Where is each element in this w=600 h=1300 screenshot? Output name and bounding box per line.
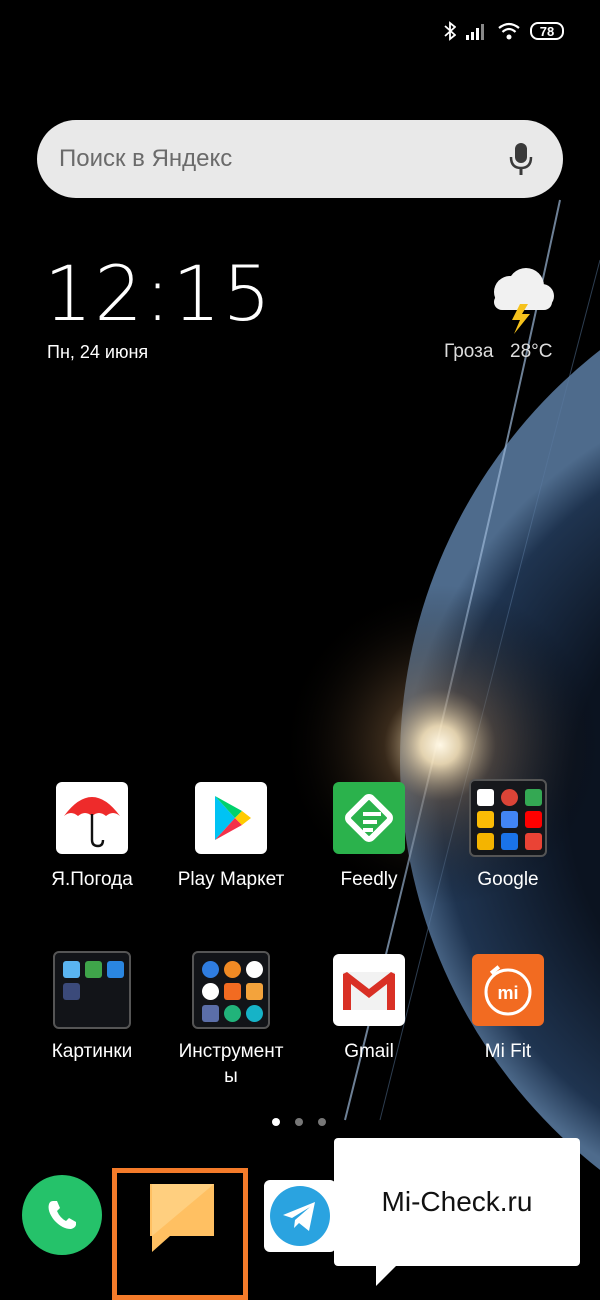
wifi-icon: [498, 22, 520, 40]
play-store-icon: [195, 782, 267, 854]
drive-icon: [477, 811, 494, 828]
folder-pictures[interactable]: Картинки: [27, 951, 157, 1065]
svg-text:mi: mi: [497, 983, 518, 1003]
clock-date[interactable]: Пн, 24 июня: [47, 342, 148, 363]
youtube-icon: [525, 811, 542, 828]
folder-tools[interactable]: Инструмент ы: [166, 951, 296, 1089]
contacts-icon: [202, 961, 219, 978]
weather-condition[interactable]: Гроза: [444, 341, 493, 363]
gallery-icon: [63, 961, 80, 978]
app-label: Feedly: [340, 869, 398, 890]
chrome-icon: [501, 789, 518, 806]
mic-icon[interactable]: [503, 139, 539, 179]
folder-icon: [192, 951, 270, 1029]
telegram-icon[interactable]: [264, 1180, 336, 1252]
callout-tail: [376, 1260, 402, 1286]
clock-time[interactable]: 12:15: [44, 256, 273, 332]
play-icon: [477, 833, 494, 850]
folder-google[interactable]: Google: [443, 779, 573, 893]
yandex-search-bar[interactable]: Поиск в Яндекс: [37, 120, 563, 198]
app-label: Инструмент ы: [178, 1041, 284, 1087]
wallpaper-icon: [63, 983, 80, 1000]
duo-icon: [501, 833, 518, 850]
app-mi-fit[interactable]: mi Mi Fit: [443, 954, 573, 1065]
clock-icon: [246, 961, 263, 978]
bluetooth-icon: [444, 21, 456, 41]
page-dot[interactable]: [318, 1118, 326, 1126]
app-label: Я.Погода: [51, 869, 133, 890]
umbrella-icon: [56, 782, 128, 854]
folder-icon: [469, 779, 547, 857]
compass-icon: [246, 1005, 263, 1022]
highlight-frame: [112, 1168, 248, 1300]
page-dot[interactable]: [295, 1118, 303, 1126]
thunderstorm-icon[interactable]: [484, 264, 558, 336]
snapseed-icon: [85, 961, 102, 978]
app-gmail[interactable]: Gmail: [304, 954, 434, 1065]
weather-temperature[interactable]: 28°C: [510, 341, 552, 363]
callout-text: Mi-Check.ru: [381, 1186, 533, 1217]
music-icon: [525, 833, 542, 850]
cloud-icon: [107, 961, 124, 978]
app-play-market[interactable]: Play Маркет: [166, 782, 296, 893]
mi-fit-icon: mi: [472, 954, 544, 1026]
photos-icon: [501, 811, 518, 828]
maps-icon: [525, 789, 542, 806]
app-yandex-weather[interactable]: Я.Погода: [27, 782, 157, 893]
notes-icon: [246, 983, 263, 1000]
signal-icon: [466, 24, 484, 40]
folder-icon: [53, 951, 131, 1029]
downloads-icon: [224, 1005, 241, 1022]
status-bar: 78: [444, 18, 564, 44]
app-label: Mi Fit: [484, 1041, 532, 1062]
scanner-icon: [202, 1005, 219, 1022]
search-placeholder: Поиск в Яндекс: [59, 145, 233, 172]
calculator-icon: [224, 961, 241, 978]
watermark-callout: Mi-Check.ru: [334, 1138, 580, 1266]
phone-icon[interactable]: [22, 1175, 102, 1255]
page-dot[interactable]: [272, 1118, 280, 1126]
recorder-icon: [202, 983, 219, 1000]
app-label: Gmail: [344, 1041, 394, 1062]
screen-recorder-icon: [224, 983, 241, 1000]
battery-level: 78: [539, 23, 555, 39]
google-icon: [477, 789, 494, 806]
battery-icon: 78: [530, 22, 564, 40]
page-indicator: [272, 1118, 326, 1126]
app-label: Play Маркет: [177, 869, 285, 890]
app-feedly[interactable]: Feedly: [304, 782, 434, 893]
gmail-icon: [333, 954, 405, 1026]
app-label: Картинки: [51, 1041, 133, 1062]
feedly-icon: [333, 782, 405, 854]
app-label: Google: [477, 869, 539, 890]
